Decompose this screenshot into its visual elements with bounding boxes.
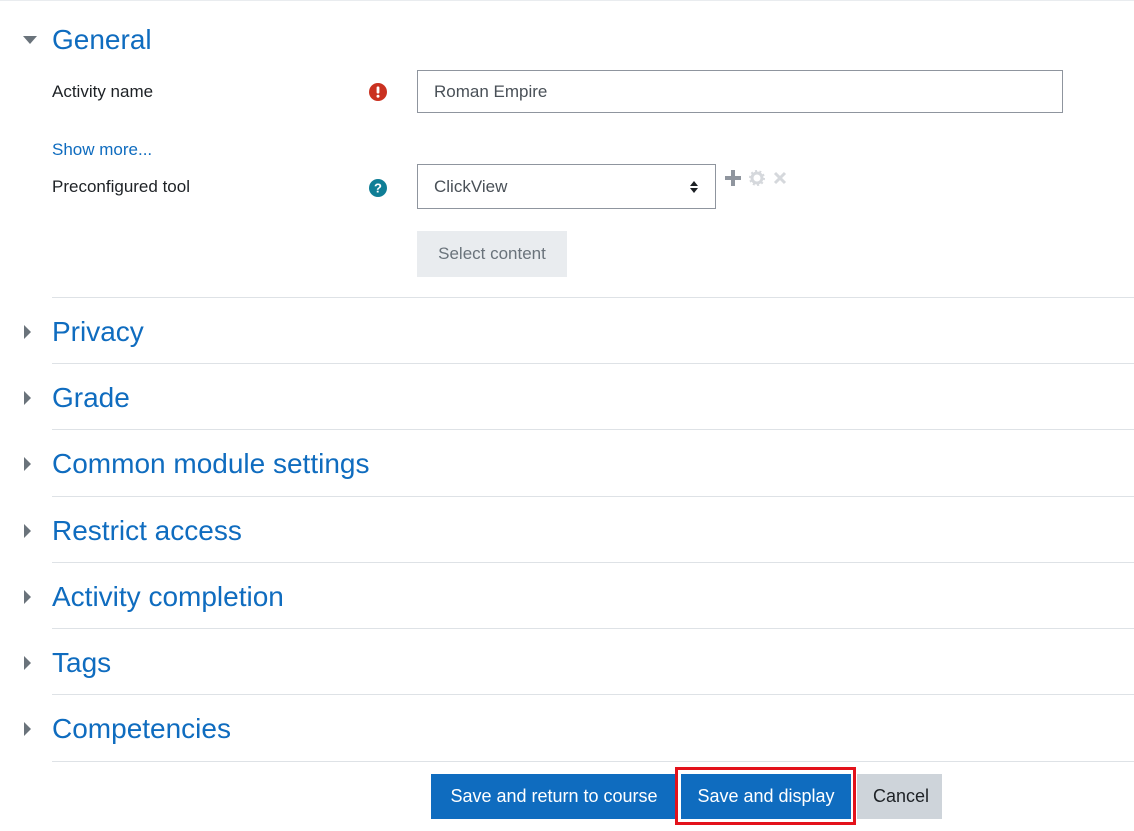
caret-right-icon (22, 321, 50, 343)
caret-right-icon (22, 586, 50, 608)
show-more-link[interactable]: Show more... (52, 140, 152, 160)
section-activity-completion-header[interactable]: Activity completion (22, 583, 1134, 611)
section-common-module-settings-header[interactable]: Common module settings (22, 450, 1134, 478)
section-privacy-title: Privacy (52, 316, 144, 347)
cancel-button[interactable]: Cancel (857, 774, 942, 819)
section-tags-header[interactable]: Tags (22, 649, 1134, 677)
select-arrows-icon (689, 180, 699, 194)
caret-right-icon (22, 652, 50, 674)
section-general-header[interactable]: General (22, 26, 1134, 54)
divider (52, 628, 1134, 629)
top-border (0, 0, 1134, 1)
divider (52, 363, 1134, 364)
exclamation-circle-icon (369, 83, 387, 101)
save-and-return-button[interactable]: Save and return to course (431, 774, 677, 819)
caret-right-icon (22, 453, 50, 475)
preconfigured-tool-value: ClickView (434, 176, 508, 196)
section-restrict-access-title: Restrict access (52, 515, 242, 546)
tool-actions (725, 170, 787, 191)
preconfigured-tool-select[interactable]: ClickView (417, 164, 716, 209)
divider (52, 496, 1134, 497)
activity-name-input[interactable] (417, 70, 1063, 113)
section-tags-title: Tags (52, 647, 112, 678)
activity-name-label: Activity name (52, 82, 154, 101)
section-grade-title: Grade (52, 382, 130, 413)
divider (52, 429, 1134, 430)
caret-right-icon (22, 718, 50, 740)
caret-right-icon (22, 520, 50, 542)
section-general-title: General (52, 24, 152, 55)
caret-down-icon (22, 29, 50, 51)
save-and-display-button[interactable]: Save and display (681, 774, 851, 819)
section-privacy-header[interactable]: Privacy (22, 318, 1134, 346)
section-common-module-settings-title: Common module settings (52, 448, 370, 479)
question-circle-icon[interactable]: ? (369, 179, 387, 197)
caret-right-icon (22, 387, 50, 409)
preconfigured-tool-label: Preconfigured tool (52, 177, 190, 196)
divider (52, 297, 1134, 298)
divider (52, 694, 1134, 695)
svg-text:?: ? (374, 181, 382, 196)
select-content-button: Select content (417, 231, 567, 277)
cog-icon[interactable] (749, 170, 765, 191)
plus-icon[interactable] (725, 170, 741, 191)
section-grade-header[interactable]: Grade (22, 384, 1134, 412)
divider (52, 761, 1134, 762)
section-competencies-title: Competencies (52, 713, 231, 744)
section-competencies-header[interactable]: Competencies (22, 715, 1134, 743)
divider (52, 562, 1134, 563)
times-icon[interactable] (773, 171, 787, 190)
section-activity-completion-title: Activity completion (52, 581, 284, 612)
section-restrict-access-header[interactable]: Restrict access (22, 517, 1134, 545)
